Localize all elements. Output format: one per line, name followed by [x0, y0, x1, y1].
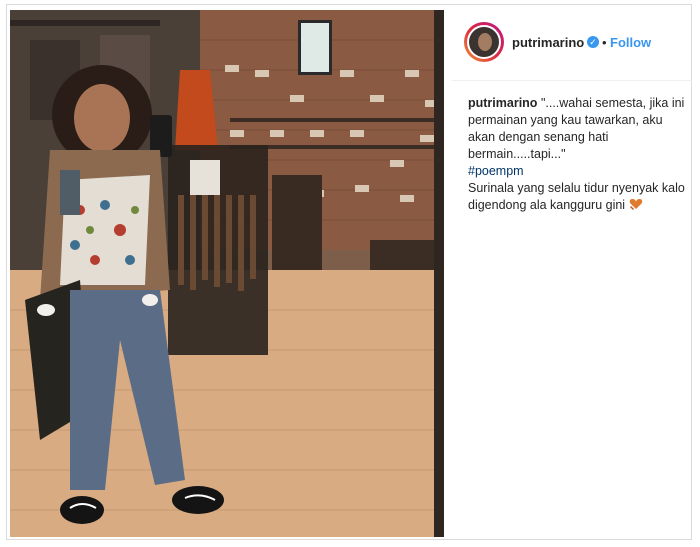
post-header: putrimarino ✓ • Follow [452, 4, 692, 81]
caption-text-2: Surinala yang selalu tidur nyenyak kalo … [468, 181, 685, 212]
avatar-face [478, 33, 492, 51]
header-username[interactable]: putrimarino [512, 35, 584, 50]
mirror-selfie-image [10, 10, 444, 537]
caption-username[interactable]: putrimarino [468, 96, 537, 110]
hands-heart-emoji-icon [629, 199, 642, 210]
post-caption: putrimarino "....wahai semesta, jika ini… [468, 95, 688, 214]
post-side-panel: putrimarino ✓ • Follow putrimarino "....… [452, 4, 692, 540]
hashtag-link[interactable]: #poempm [468, 164, 524, 178]
separator-dot: • [602, 35, 607, 50]
follow-button[interactable]: Follow [610, 35, 651, 50]
avatar-ring[interactable] [464, 22, 504, 62]
avatar[interactable] [467, 25, 501, 59]
post-photo[interactable] [10, 10, 444, 537]
verified-badge-icon: ✓ [587, 36, 599, 48]
